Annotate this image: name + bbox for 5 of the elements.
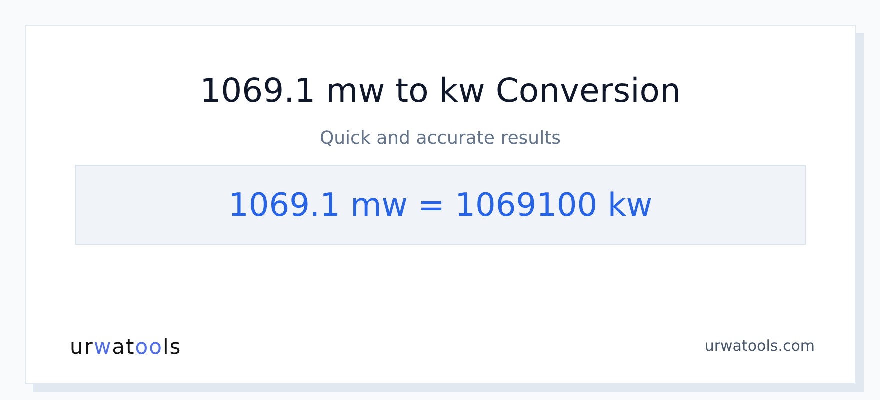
page-title: 1069.1 mw to kw Conversion [200, 70, 681, 112]
logo: urwatools [70, 334, 182, 360]
conversion-result: 1069.1 mw = 1069100 kw [228, 185, 653, 226]
subtitle: Quick and accurate results [320, 127, 562, 151]
site-link[interactable]: urwatools.com [704, 336, 815, 356]
